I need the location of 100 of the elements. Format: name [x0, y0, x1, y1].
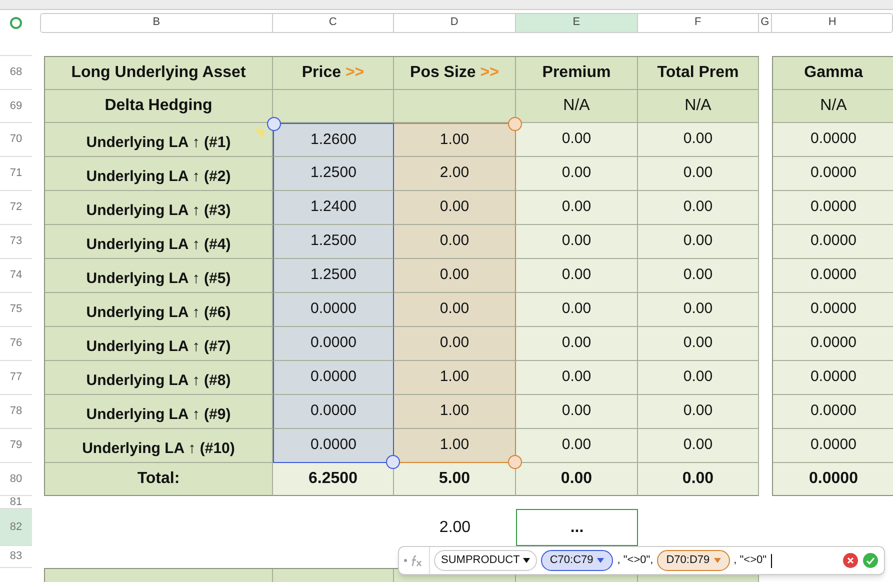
table-cell-text: 0.0000 — [809, 469, 858, 489]
table-cell-text: 0.00 — [440, 333, 470, 354]
row-number[interactable]: 70 — [10, 131, 22, 148]
row-number[interactable]: 83 — [10, 548, 22, 565]
table-cell-text: Underlying LA ↑ (#8) — [86, 371, 231, 392]
table-cell-text: 0.0000 — [810, 231, 856, 252]
table-cell-text: Underlying LA ↑ (#9) — [86, 405, 231, 426]
table-cell-text: 0.0000 — [310, 367, 356, 388]
table-cell-text: 0.0000 — [810, 333, 856, 354]
row-number[interactable]: 73 — [10, 233, 22, 250]
table-cell-text: 0.0000 — [310, 299, 356, 320]
table-cell-text: 0.00 — [562, 401, 592, 422]
row-number[interactable]: 71 — [10, 165, 22, 182]
column-header[interactable]: G — [758, 14, 772, 32]
row-number[interactable]: 74 — [10, 267, 22, 284]
table-cell-text: 2.00 — [439, 518, 471, 538]
table-cell-text: 0.0000 — [810, 265, 856, 286]
table-cell-text: Underlying LA ↑ (#4) — [86, 235, 231, 256]
table-cell-text: 0.00 — [562, 265, 592, 286]
table-cell-text: 1.00 — [440, 435, 470, 456]
range-handle[interactable] — [386, 455, 400, 469]
accept-button[interactable] — [863, 553, 878, 568]
table-cell-text: 0.00 — [683, 265, 713, 286]
table-cell-text: Long Underlying Asset — [71, 63, 246, 83]
table-cell-text: N/A — [820, 96, 847, 116]
table-cell-text: 5.00 — [438, 469, 470, 489]
column-title: Total Prem — [657, 63, 739, 83]
row-number[interactable]: 78 — [10, 403, 22, 420]
row-number[interactable]: 69 — [10, 98, 22, 114]
cancel-button[interactable] — [843, 553, 858, 568]
table-cell-text: Underlying LA ↑ (#6) — [86, 303, 231, 324]
column-title: Price >> — [302, 63, 364, 83]
close-icon — [847, 557, 854, 564]
column-title: N/A — [563, 96, 590, 116]
caret-icon — [522, 558, 530, 563]
column-title: Premium — [542, 63, 611, 83]
function-token[interactable]: SUMPRODUCT — [434, 550, 537, 571]
column-title: Pos Size >> — [410, 63, 499, 83]
table-cell-text: 0.00 — [440, 231, 470, 252]
table-cell-text: Underlying LA ↑ (#1) — [86, 133, 231, 154]
table-cell-text: 0.00 — [562, 129, 592, 150]
row-number[interactable]: 81 — [10, 494, 22, 510]
table-cell-text: 0.00 — [560, 469, 592, 489]
table-cell-text: 0.0000 — [810, 163, 856, 184]
table-cell-text: 0.00 — [562, 231, 592, 252]
table-cell-text: 0.0000 — [310, 401, 356, 422]
row-number[interactable]: 82 — [10, 518, 22, 536]
select-all-icon[interactable] — [10, 16, 22, 28]
range-token[interactable]: C70:C79 — [540, 550, 614, 571]
table-cell-text: 0.0000 — [310, 435, 356, 456]
table-cell-text: 1.00 — [440, 401, 470, 422]
table-cell-text: 1.2500 — [310, 265, 356, 286]
table-cell-text: 0.00 — [440, 197, 470, 218]
formula-text: , "<>0", — [617, 553, 654, 568]
range-handle[interactable] — [508, 455, 522, 469]
text-cursor — [770, 554, 772, 568]
table-cell-text: 0.0000 — [810, 435, 856, 456]
formula-text: , "<>0" — [734, 553, 767, 568]
table-cell-text: 0.00 — [562, 299, 592, 320]
caret-icon — [597, 558, 604, 563]
caret-icon — [714, 558, 721, 563]
table-cell-text: 0.00 — [683, 333, 713, 354]
row-number[interactable]: 80 — [10, 470, 22, 488]
column-title: N/A — [684, 96, 712, 116]
table-cell-text: Gamma — [804, 63, 863, 83]
row-number[interactable]: 68 — [10, 64, 22, 81]
check-icon — [866, 556, 875, 564]
table-cell-text: 0.00 — [683, 367, 713, 388]
table-cell-text: ... — [570, 518, 584, 538]
table-cell-text: 0.0000 — [810, 367, 856, 388]
column-header[interactable]: E — [516, 14, 638, 32]
table-cell-text: 0.00 — [440, 265, 470, 286]
row-number[interactable]: 79 — [10, 437, 22, 454]
table-cell-text: 0.00 — [683, 401, 713, 422]
table-cell-text: 0.0000 — [810, 401, 856, 422]
table-cell-text: 6.2500 — [308, 469, 358, 489]
row-number[interactable]: 76 — [10, 335, 22, 352]
table-cell-text: 0.00 — [683, 129, 713, 150]
table-cell-text: 0.00 — [562, 367, 592, 388]
table-cell-text: 0.00 — [683, 197, 713, 218]
table-cell-text: Underlying LA ↑ (#2) — [86, 167, 231, 188]
column-header[interactable]: B — [40, 14, 273, 32]
table-cell-text: 0.00 — [683, 435, 713, 456]
table-cell-text: 1.2500 — [310, 163, 356, 184]
table-cell-text: 1.00 — [440, 367, 470, 388]
row-number[interactable]: 72 — [10, 199, 22, 216]
table-cell-text: 0.00 — [562, 333, 592, 354]
table-cell-text: Underlying LA ↑ (#7) — [86, 337, 231, 358]
function-icon[interactable] — [410, 554, 424, 568]
table-cell-text: 1.00 — [440, 130, 470, 150]
table-cell-text: 0.00 — [440, 299, 470, 320]
table-cell-text: 0.0000 — [810, 299, 856, 320]
table-cell-text: 0.0000 — [810, 129, 856, 150]
table-cell-text: Underlying LA ↑ (#10) — [82, 439, 235, 460]
row-number[interactable]: 77 — [10, 369, 22, 386]
table-cell-text: 0.0000 — [810, 197, 856, 218]
table-cell-text: Underlying LA ↑ (#5) — [86, 269, 231, 290]
row-number[interactable]: 75 — [10, 301, 22, 318]
table-cell-text: 0.00 — [683, 231, 713, 252]
range-token[interactable]: D70:D79 — [657, 550, 730, 571]
